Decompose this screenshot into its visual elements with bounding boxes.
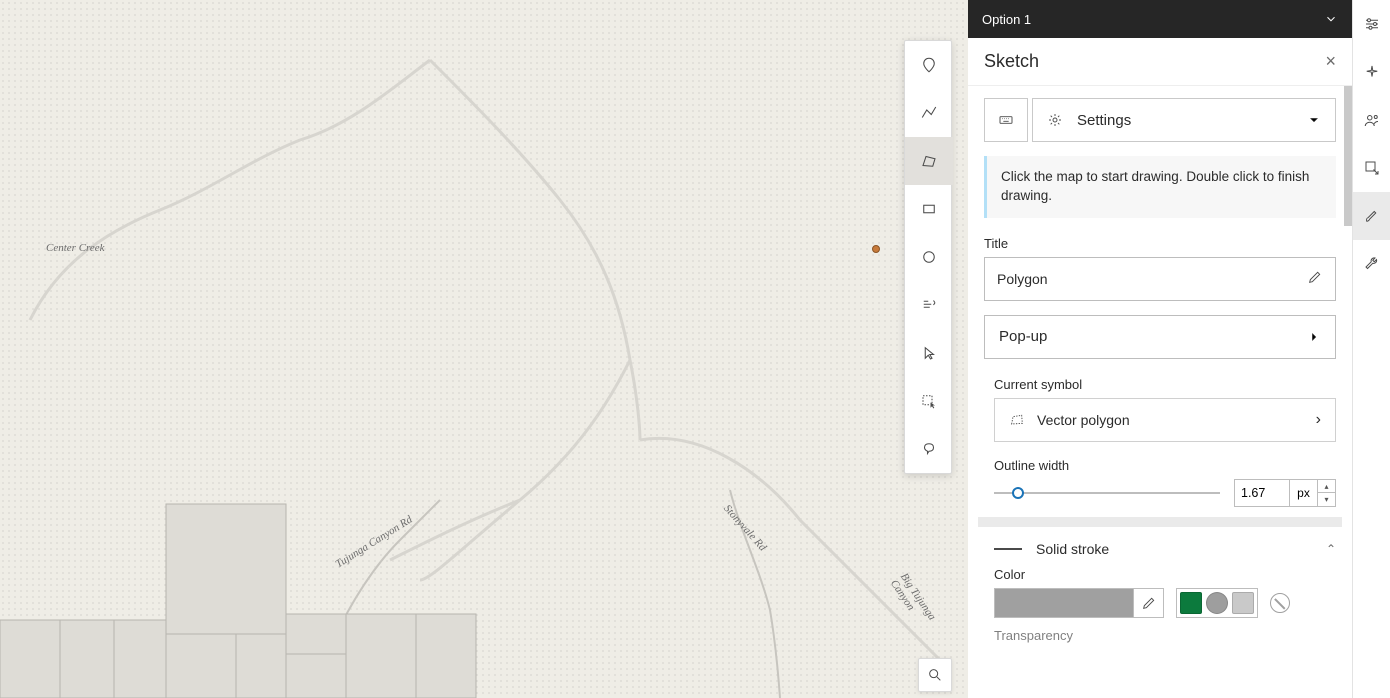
rail-effects[interactable] — [1353, 48, 1390, 96]
color-swatch-1[interactable] — [1180, 592, 1202, 614]
popup-label: Pop-up — [999, 328, 1047, 345]
info-callout: Click the map to start drawing. Double c… — [984, 156, 1336, 218]
stepper-down[interactable]: ▾ — [1318, 493, 1335, 506]
rail-tools[interactable] — [1353, 240, 1390, 288]
edit-square-icon — [1363, 159, 1381, 177]
rail-edit[interactable] — [1353, 144, 1390, 192]
outline-width-input[interactable] — [1234, 479, 1290, 507]
transparency-label: Transparency — [994, 628, 1336, 643]
popup-config-row[interactable]: Pop-up — [984, 315, 1336, 359]
tool-polygon[interactable] — [905, 137, 953, 185]
title-input[interactable] — [997, 271, 1307, 287]
settings-dropdown[interactable]: Settings — [1032, 98, 1336, 142]
wrench-icon — [1363, 255, 1381, 273]
rail-share[interactable] — [1353, 96, 1390, 144]
pencil-icon — [1141, 595, 1157, 611]
tool-circle[interactable] — [905, 233, 953, 281]
map-linework — [0, 0, 968, 698]
color-swatch-2[interactable] — [1206, 592, 1228, 614]
tool-annotation[interactable] — [905, 425, 953, 473]
no-color-button[interactable] — [1270, 593, 1290, 613]
sketch-panel: Option 1 Sketch × Settings — [968, 0, 1352, 698]
slider-thumb[interactable] — [1012, 487, 1024, 499]
outline-width-slider[interactable] — [994, 492, 1220, 494]
outline-width-label: Outline width — [994, 458, 1336, 473]
sparkle-icon — [1363, 63, 1381, 81]
stroke-style-row[interactable]: Solid stroke ⌃ — [994, 537, 1336, 567]
tool-line[interactable] — [905, 89, 953, 137]
rail-configure[interactable] — [1353, 0, 1390, 48]
title-input-container — [984, 257, 1336, 301]
chevron-up-icon: ⌃ — [1326, 542, 1336, 556]
color-edit-button[interactable] — [1133, 589, 1163, 617]
people-icon — [1363, 111, 1381, 129]
tool-point[interactable] — [905, 41, 953, 89]
map-canvas[interactable]: Center Creek Tujunga Canyon Rd Stonyvale… — [0, 0, 968, 698]
current-color-swatch[interactable] — [995, 589, 1133, 617]
chevron-right-icon — [1307, 330, 1321, 344]
color-label: Color — [994, 567, 1336, 582]
keyboard-shortcuts-button[interactable] — [984, 98, 1028, 142]
map-point-marker — [872, 245, 880, 253]
stroke-preview-icon — [994, 548, 1022, 550]
panel-header: Sketch × — [968, 38, 1352, 86]
tool-select-rect[interactable] — [905, 377, 953, 425]
edit-icon[interactable] — [1307, 269, 1323, 288]
outline-width-number: px ▴ ▾ — [1234, 479, 1336, 507]
close-icon[interactable]: × — [1325, 51, 1336, 72]
keyboard-icon — [998, 112, 1014, 128]
settings-label: Settings — [1077, 112, 1131, 129]
section-divider — [978, 517, 1342, 527]
brush-icon — [1363, 207, 1381, 225]
option-bar-label: Option 1 — [982, 12, 1031, 27]
gear-icon — [1047, 112, 1063, 128]
symbol-name: Vector polygon — [1037, 412, 1130, 428]
title-label: Title — [984, 236, 1336, 251]
current-symbol-label: Current symbol — [994, 377, 1336, 392]
stepper-up[interactable]: ▴ — [1318, 480, 1335, 494]
right-rail — [1352, 0, 1390, 698]
map-search-button[interactable] — [918, 658, 952, 692]
chevron-down-icon — [1324, 12, 1338, 26]
outline-width-unit: px — [1290, 479, 1318, 507]
drawing-tool-strip — [904, 40, 952, 474]
chevron-down-icon — [1307, 113, 1321, 127]
color-input — [994, 588, 1164, 618]
scrollbar-thumb[interactable] — [1344, 86, 1352, 226]
color-swatch-3[interactable] — [1232, 592, 1254, 614]
polygon-symbol-icon — [1009, 412, 1025, 428]
panel-title: Sketch — [984, 51, 1039, 72]
option-bar[interactable]: Option 1 — [968, 0, 1352, 38]
tool-select[interactable] — [905, 329, 953, 377]
stroke-style-label: Solid stroke — [1036, 541, 1109, 557]
symbol-picker-row[interactable]: Vector polygon › — [994, 398, 1336, 442]
chevron-right-icon: › — [1316, 411, 1321, 429]
rail-sketch[interactable] — [1353, 192, 1390, 240]
tool-rectangle[interactable] — [905, 185, 953, 233]
sliders-icon — [1363, 15, 1381, 33]
tool-text[interactable] — [905, 281, 953, 329]
color-swatch-set — [1176, 588, 1258, 618]
